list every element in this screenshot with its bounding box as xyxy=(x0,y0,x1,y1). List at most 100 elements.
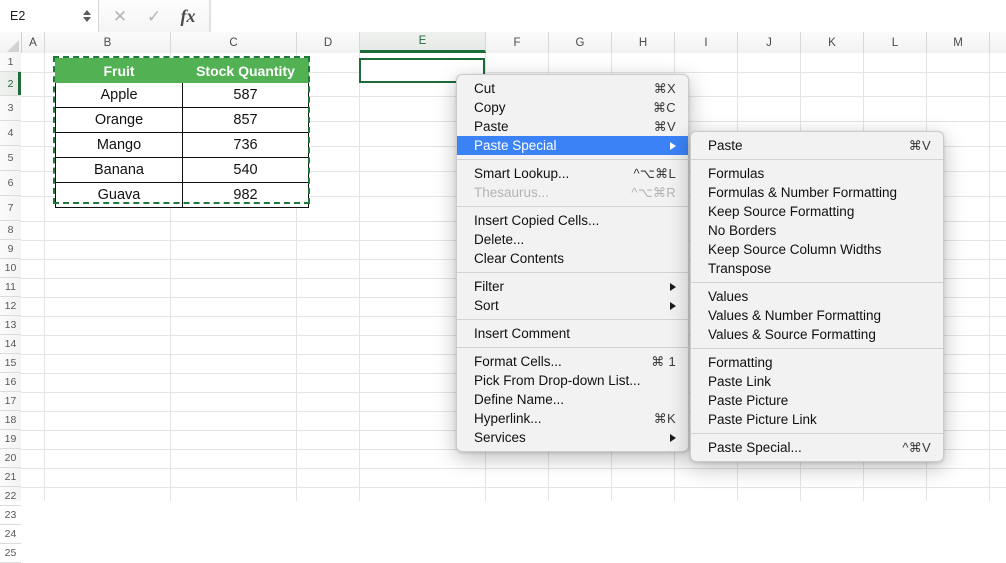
row-header-17[interactable]: 17 xyxy=(0,392,21,411)
column-header-g[interactable]: G xyxy=(549,32,612,53)
row-header-5[interactable]: 5 xyxy=(0,146,21,171)
row-header-13[interactable]: 13 xyxy=(0,316,21,335)
column-header-e[interactable]: E xyxy=(360,32,486,53)
row-header-18[interactable]: 18 xyxy=(0,411,21,430)
column-header-d[interactable]: D xyxy=(297,32,360,53)
paste-special-item-paste-picture[interactable]: Paste Picture xyxy=(691,391,943,410)
context-menu-item-delete[interactable]: Delete... xyxy=(457,230,688,249)
cell-stock-quantity[interactable]: 736 xyxy=(182,132,309,158)
select-all-corner[interactable] xyxy=(0,32,22,53)
row-header-2[interactable]: 2 xyxy=(0,72,21,96)
paste-special-item-keep-source-formatting[interactable]: Keep Source Formatting xyxy=(691,202,943,221)
row-header-4[interactable]: 4 xyxy=(0,121,21,146)
row-header-20[interactable]: 20 xyxy=(0,449,21,468)
context-menu-item-copy[interactable]: Copy ⌘C xyxy=(457,98,688,117)
context-menu-item-cut[interactable]: Cut ⌘X xyxy=(457,79,688,98)
cell-fruit[interactable]: Orange xyxy=(55,107,183,133)
table-row[interactable]: Orange 857 xyxy=(55,107,309,133)
context-menu-item-insert-copied-cells[interactable]: Insert Copied Cells... xyxy=(457,211,688,230)
table-row[interactable]: Apple 587 xyxy=(55,82,309,108)
cell-fruit[interactable]: Banana xyxy=(55,157,183,183)
context-menu-item-hyperlink[interactable]: Hyperlink... ⌘K xyxy=(457,409,688,428)
formula-input[interactable] xyxy=(210,0,1006,32)
close-icon[interactable]: ✕ xyxy=(103,0,137,32)
paste-special-item-transpose[interactable]: Transpose xyxy=(691,259,943,278)
name-box[interactable]: E2 xyxy=(0,0,99,32)
table-row[interactable]: Banana 540 xyxy=(55,157,309,183)
cell-fruit[interactable]: Mango xyxy=(55,132,183,158)
context-menu-item-paste[interactable]: Paste ⌘V xyxy=(457,117,688,136)
menu-separator xyxy=(457,319,688,320)
row-header-7[interactable]: 7 xyxy=(0,196,21,221)
cell-stock-quantity[interactable]: 540 xyxy=(182,157,309,183)
context-menu-item-clear-contents[interactable]: Clear Contents xyxy=(457,249,688,268)
context-menu-item-define-name[interactable]: Define Name... xyxy=(457,390,688,409)
paste-special-item-paste-picture-link[interactable]: Paste Picture Link xyxy=(691,410,943,429)
context-menu-item-paste-special[interactable]: Paste Special xyxy=(457,136,688,155)
context-menu-item-insert-comment[interactable]: Insert Comment xyxy=(457,324,688,343)
context-menu-item-services[interactable]: Services xyxy=(457,428,688,447)
row-header-24[interactable]: 24 xyxy=(0,525,21,544)
paste-special-item-values-number-formatting[interactable]: Values & Number Formatting xyxy=(691,306,943,325)
column-header-j[interactable]: J xyxy=(738,32,801,53)
table-row[interactable]: Guava 982 xyxy=(55,182,309,208)
cell-fruit[interactable]: Apple xyxy=(55,82,183,108)
cell-stock-quantity[interactable]: 587 xyxy=(182,82,309,108)
row-header-8[interactable]: 8 xyxy=(0,221,21,240)
paste-special-item-no-borders[interactable]: No Borders xyxy=(691,221,943,240)
row-header-22[interactable]: 22 xyxy=(0,487,21,506)
row-header-9[interactable]: 9 xyxy=(0,240,21,259)
column-header-a[interactable]: A xyxy=(22,32,45,53)
column-header-c[interactable]: C xyxy=(171,32,297,53)
context-menu-item-format-cells[interactable]: Format Cells... ⌘ 1 xyxy=(457,352,688,371)
row-header-11[interactable]: 11 xyxy=(0,278,21,297)
paste-special-item-paste[interactable]: Paste ⌘V xyxy=(691,136,943,155)
row-header-14[interactable]: 14 xyxy=(0,335,21,354)
row-header-23[interactable]: 23 xyxy=(0,506,21,525)
fx-icon[interactable]: fx xyxy=(171,0,205,32)
paste-special-item-keep-source-column-widths[interactable]: Keep Source Column Widths xyxy=(691,240,943,259)
paste-special-item-values[interactable]: Values xyxy=(691,287,943,306)
context-menu-item-smart-lookup[interactable]: Smart Lookup... ^⌥⌘L xyxy=(457,164,688,183)
column-header-m[interactable]: M xyxy=(927,32,990,53)
column-header-h[interactable]: H xyxy=(612,32,675,53)
row-header-19[interactable]: 19 xyxy=(0,430,21,449)
spinner-down-icon[interactable] xyxy=(83,17,91,22)
spinner-up-icon[interactable] xyxy=(83,10,91,15)
row-header-1[interactable]: 1 xyxy=(0,53,21,72)
row-header-25[interactable]: 25 xyxy=(0,544,21,563)
row-header-6[interactable]: 6 xyxy=(0,171,21,196)
table-row[interactable]: Mango 736 xyxy=(55,132,309,158)
paste-special-item-paste-link[interactable]: Paste Link xyxy=(691,372,943,391)
row-header-12[interactable]: 12 xyxy=(0,297,21,316)
menu-item-label: Formulas & Number Formatting xyxy=(708,185,898,200)
spreadsheet-app: E2 ✕ ✓ fx ABCDEFGHIJKLM 1 2 3 4 5 6 7 8 9 10 11 12 1… xyxy=(0,0,1006,563)
row-header-21[interactable]: 21 xyxy=(0,468,21,487)
row-header-3[interactable]: 3 xyxy=(0,96,21,121)
context-menu-item-sort[interactable]: Sort xyxy=(457,296,688,315)
paste-special-item-formulas-number-formatting[interactable]: Formulas & Number Formatting xyxy=(691,183,943,202)
data-table[interactable]: Fruit Stock Quantity Apple 587 Orange 857 Ma… xyxy=(55,58,309,208)
paste-special-item-formatting[interactable]: Formatting xyxy=(691,353,943,372)
context-menu-item-filter[interactable]: Filter xyxy=(457,277,688,296)
paste-special-item-formulas[interactable]: Formulas xyxy=(691,164,943,183)
row-header-15[interactable]: 15 xyxy=(0,354,21,373)
check-icon[interactable]: ✓ xyxy=(137,0,171,32)
context-menu[interactable]: Cut ⌘X Copy ⌘C Paste ⌘V Paste Special Smart Loo… xyxy=(456,74,689,452)
column-header-b[interactable]: B xyxy=(45,32,171,53)
cell-fruit[interactable]: Guava xyxy=(55,182,183,208)
paste-special-item-values-source-formatting[interactable]: Values & Source Formatting xyxy=(691,325,943,344)
cell-stock-quantity[interactable]: 857 xyxy=(182,107,309,133)
row-header-16[interactable]: 16 xyxy=(0,373,21,392)
name-box-spinner[interactable] xyxy=(83,10,91,22)
row-header-10[interactable]: 10 xyxy=(0,259,21,278)
menu-item-label: Paste Picture Link xyxy=(708,412,817,427)
context-menu-item-pick-from-drop-down-list[interactable]: Pick From Drop-down List... xyxy=(457,371,688,390)
column-header-i[interactable]: I xyxy=(675,32,738,53)
cell-stock-quantity[interactable]: 982 xyxy=(182,182,309,208)
column-header-k[interactable]: K xyxy=(801,32,864,53)
column-header-f[interactable]: F xyxy=(486,32,549,53)
paste-special-item-paste-special[interactable]: Paste Special... ^⌘V xyxy=(691,438,943,457)
paste-special-submenu[interactable]: Paste ⌘V Formulas Formulas & Number Formatt… xyxy=(690,131,944,462)
column-header-l[interactable]: L xyxy=(864,32,927,53)
